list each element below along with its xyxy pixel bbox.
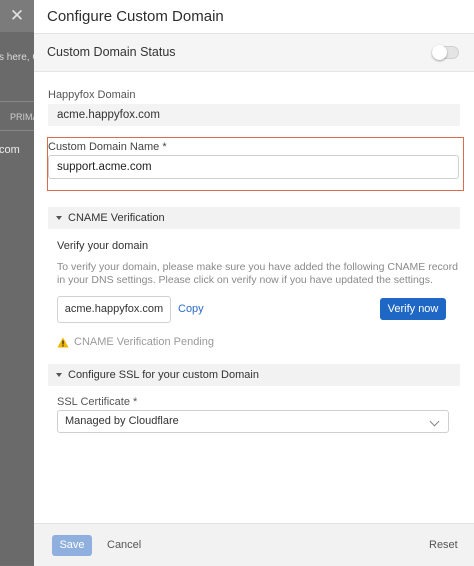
cname-record-value: acme.happyfox.com [57, 296, 171, 323]
custom-domain-status-row: Custom Domain Status [34, 34, 474, 72]
warning-icon [57, 337, 69, 347]
verify-domain-title: Verify your domain [57, 240, 149, 252]
background-divider [0, 130, 34, 131]
happyfox-domain-value: acme.happyfox.com [48, 104, 460, 126]
ssl-section-title: Configure SSL for your custom Domain [68, 369, 259, 381]
configure-domain-drawer: Configure Custom Domain Custom Domain St… [34, 0, 474, 566]
chevron-down-icon [429, 416, 440, 427]
background-row-text: com [0, 144, 20, 156]
background-hint-text: s here, C [0, 52, 34, 63]
toggle-knob [432, 45, 447, 60]
copy-link[interactable]: Copy [178, 303, 204, 315]
background-divider [0, 101, 34, 102]
custom-domain-status-toggle[interactable] [432, 45, 459, 60]
drawer-title: Configure Custom Domain [34, 0, 474, 34]
custom-domain-input[interactable]: support.acme.com [48, 155, 459, 179]
background-column-header: PRIMA [10, 112, 34, 122]
background-close-icon: ✕ [0, 0, 34, 32]
ssl-section-toggle[interactable]: Configure SSL for your custom Domain [48, 364, 460, 386]
verify-now-button[interactable]: Verify now [380, 298, 446, 320]
background-app: ✕ s here, C PRIMA com [0, 0, 34, 565]
custom-domain-label: Custom Domain Name * [48, 141, 167, 153]
cname-status-text: CNAME Verification Pending [74, 336, 215, 348]
cancel-button[interactable]: Cancel [107, 539, 141, 551]
save-button[interactable]: Save [52, 535, 92, 556]
reset-button[interactable]: Reset [429, 539, 458, 551]
caret-down-icon [56, 215, 62, 220]
custom-domain-status-label: Custom Domain Status [47, 45, 176, 59]
ssl-certificate-label: SSL Certificate * [57, 396, 138, 408]
cname-verification-section-toggle[interactable]: CNAME Verification [48, 207, 460, 229]
ssl-certificate-selected: Managed by Cloudflare [65, 415, 179, 427]
caret-down-icon [56, 372, 62, 377]
cname-status: CNAME Verification Pending [57, 336, 214, 348]
verify-domain-description: To verify your domain, please make sure … [57, 261, 458, 286]
ssl-certificate-select[interactable]: Managed by Cloudflare [57, 410, 449, 433]
cname-section-title: CNAME Verification [68, 212, 165, 224]
happyfox-domain-label: Happyfox Domain [48, 89, 136, 101]
drawer-footer: Save Cancel Reset [34, 523, 474, 566]
